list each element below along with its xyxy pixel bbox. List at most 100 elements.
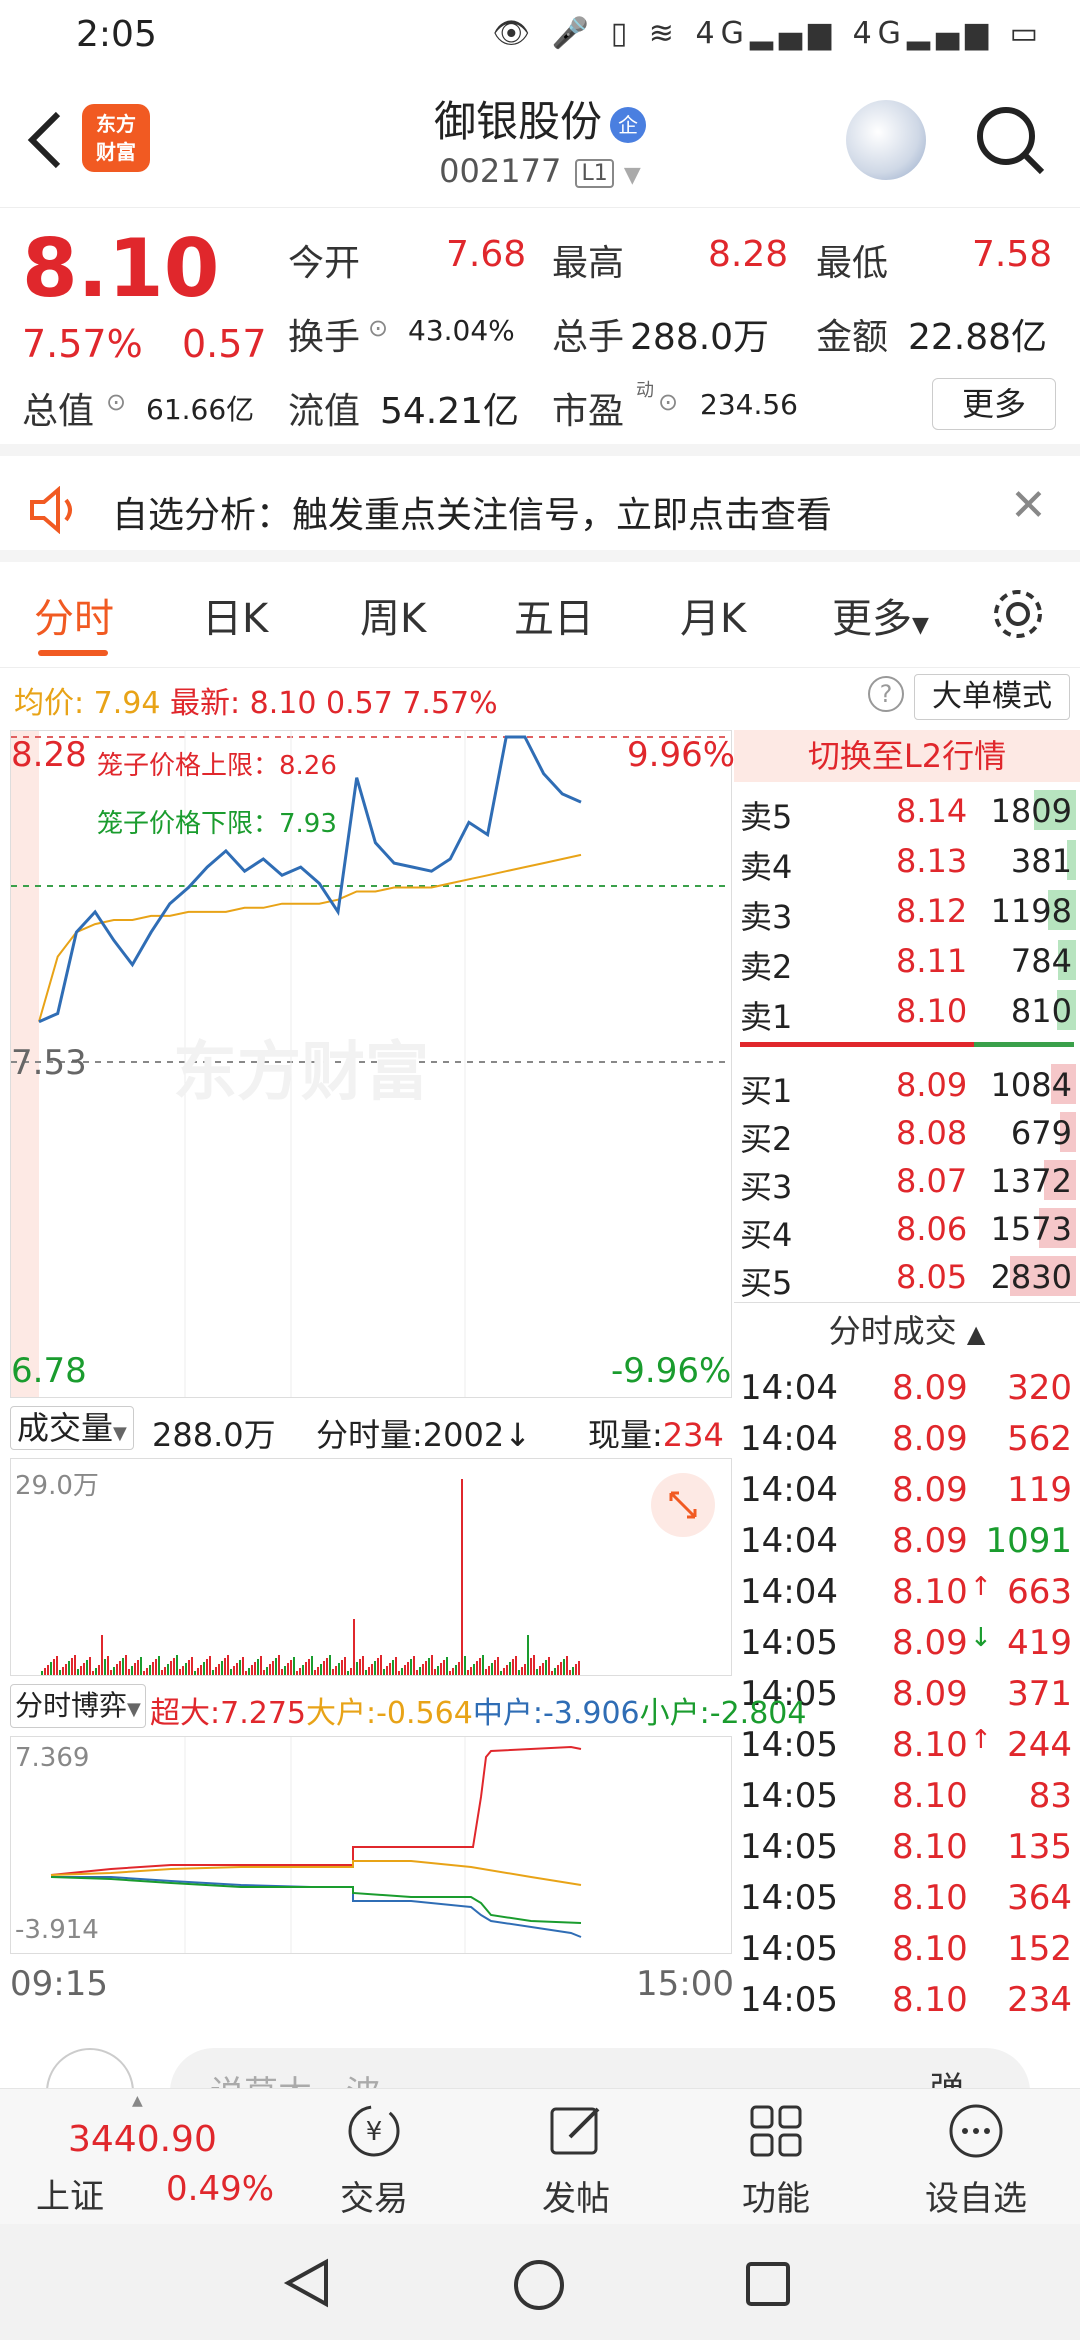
search-button[interactable] [970, 100, 1050, 180]
volume-bar [566, 1656, 568, 1675]
mktcap-label: 总值 [22, 391, 95, 432]
big-order-mode-button[interactable]: 大单模式 [914, 674, 1070, 720]
tab-daily-k[interactable]: 日K [202, 586, 268, 644]
switch-l2-button[interactable]: 切换至L2行情 [734, 730, 1080, 782]
avg-label: 均价: [14, 686, 85, 721]
volume-bar [485, 1669, 487, 1675]
tick-row: 14:04 8.10 ↑ 663 [734, 1566, 1080, 1616]
back-triangle-icon[interactable] [282, 2258, 332, 2308]
volume-svg [41, 1479, 580, 1675]
volume-bar [326, 1658, 328, 1675]
volume-bar [110, 1670, 112, 1675]
tick-row: 14:05 8.10 364 [734, 1872, 1080, 1922]
tab-five-day[interactable]: 五日 [514, 586, 594, 644]
sell-price: 8.12 [896, 892, 968, 930]
volume-bar [302, 1665, 304, 1675]
buy-price: 8.07 [896, 1162, 968, 1200]
buy-row: 买5 8.05 2830 [734, 1252, 1080, 1302]
volume-bar [194, 1671, 196, 1675]
volume-bar [353, 1619, 355, 1675]
volume-bar [452, 1668, 454, 1675]
volume-bar [314, 1670, 316, 1675]
volume-bar [461, 1479, 463, 1675]
volume-bar [143, 1671, 145, 1675]
volume-bar [173, 1658, 175, 1675]
bottom-price-label: 6.78 [11, 1351, 87, 1391]
volume-bar [578, 1661, 580, 1675]
volume-bar [275, 1658, 277, 1675]
robot-avatar[interactable] [846, 100, 926, 180]
nav-trade[interactable]: ¥ 交易 [274, 2089, 474, 2225]
info-circle-icon[interactable]: ⊙ [106, 388, 126, 416]
stock-code: 002177 [439, 152, 562, 190]
comment-input[interactable]: 说草木一波 弹 [170, 2048, 1030, 2088]
sell-price: 8.11 [896, 942, 968, 980]
tick-volume: 83 [1028, 1776, 1072, 1816]
tick-price: 8.10 [892, 1725, 968, 1765]
buy-row: 买2 8.08 679 [734, 1108, 1080, 1158]
volume-bar [542, 1663, 544, 1675]
nav-functions[interactable]: 功能 [676, 2089, 876, 2225]
volume-bar [449, 1671, 451, 1675]
volume-bar [233, 1666, 235, 1675]
tick-arrow: ↓ [970, 1623, 992, 1653]
volume-chart[interactable]: 29.0万 [10, 1458, 732, 1676]
sell-price: 8.14 [896, 792, 968, 830]
volume-bar [386, 1666, 388, 1675]
gear-icon[interactable] [990, 586, 1046, 642]
buy-volume: 679 [1010, 1114, 1072, 1152]
danmaku-toggle[interactable]: 弹 [930, 2062, 964, 2088]
nav-post[interactable]: 发帖 [476, 2089, 676, 2225]
volume-bar [206, 1659, 208, 1675]
info-circle-icon[interactable]: ⊙ [368, 314, 388, 342]
menu-icon[interactable] [46, 2048, 134, 2088]
fund-flow-selector[interactable]: 分时博弈▼ [10, 1684, 146, 1728]
volume-bar [146, 1668, 148, 1675]
expand-button[interactable] [651, 1473, 715, 1537]
volume-bar [362, 1656, 364, 1675]
volume-bar [86, 1660, 88, 1675]
help-icon[interactable]: ? [868, 676, 904, 712]
nav-add-watchlist[interactable]: 设自选 [876, 2089, 1076, 2225]
volume-bar [131, 1666, 133, 1675]
volume-bar [431, 1655, 433, 1675]
volume-bar [422, 1664, 424, 1675]
volume-bar [389, 1663, 391, 1675]
volume-bar [401, 1668, 403, 1675]
fund-flow-chart[interactable]: 7.369 -3.914 [10, 1736, 732, 1954]
tab-intraday[interactable]: 分时 [34, 586, 114, 644]
more-button[interactable]: 更多 [932, 378, 1056, 430]
volume-bar [572, 1667, 574, 1675]
upper-limit-label: 笼子价格上限：8.26 [97, 751, 337, 781]
status-bar: 2:05 👁 🎤 ▯ ≋ 4G▂▄▆ 4G▂▄▆ ▭ [0, 0, 1080, 72]
tab-more[interactable]: 更多▼ [832, 586, 929, 644]
tick-volume: 244 [1007, 1725, 1072, 1765]
ticks-title[interactable]: 分时成交 ▲ [734, 1302, 1080, 1358]
volume-bar [443, 1660, 445, 1675]
now-volume: 现量:234 [588, 1416, 724, 1454]
analysis-alert[interactable]: 自选分析：触发重点关注信号，立即点击查看 ✕ [0, 458, 1080, 562]
volume-bar [365, 1670, 367, 1675]
change-value: 0.57 [326, 686, 393, 721]
intraday-chart[interactable]: 东方财富 8.28 9.96% 笼子价格上限：8.26 笼子价格下限：7.93 … [10, 730, 735, 1398]
volume-bar [257, 1659, 259, 1675]
volume-bar [284, 1666, 286, 1675]
super-large-line [50, 1745, 582, 1876]
fund-flow-values: 超大:7.275大户:-0.564中户:-3.906小户:-2.804 [150, 1696, 807, 1731]
volume-selector[interactable]: 成交量▼ [10, 1406, 134, 1450]
info-circle-icon[interactable]: ⊙ [658, 388, 678, 416]
tab-weekly-k[interactable]: 周K [360, 586, 426, 644]
volume-bar [140, 1657, 142, 1675]
close-icon[interactable]: ✕ [1010, 480, 1047, 531]
tab-monthly-k[interactable]: 月K [680, 586, 746, 644]
recents-square-icon[interactable] [744, 2260, 792, 2308]
tick-price: 8.10 [892, 1980, 968, 2020]
home-circle-icon[interactable] [512, 2258, 566, 2312]
volume-bar [203, 1662, 205, 1675]
volume-bar [467, 1670, 469, 1675]
index-ticker[interactable]: ▲ 3440.90 上证 0.49% [0, 2089, 280, 2225]
fund-flow-bottom: -3.914 [15, 1915, 99, 1945]
quote-panel: 8.10 7.57% 0.57 今开 7.68 最高 8.28 最低 7.58 … [0, 210, 1080, 456]
bid-ask-divider [740, 1042, 1074, 1047]
buy-level-name: 买4 [740, 1216, 793, 1254]
